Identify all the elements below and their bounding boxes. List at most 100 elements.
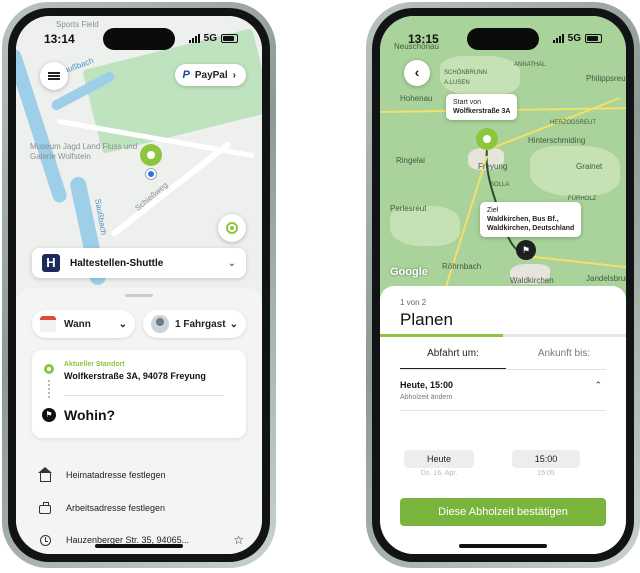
day-picker-next[interactable]: Do. 16. Apr. (404, 470, 474, 477)
status-time: 13:14 (44, 32, 75, 46)
confirm-pickup-button[interactable]: Diese Abholzeit bestätigen (400, 498, 606, 526)
signal-icon (552, 34, 564, 43)
briefcase-icon (38, 501, 52, 515)
destination-callout-line1: Waldkirchen, Bus Bf., (487, 216, 559, 223)
passenger-selector[interactable]: 1 Fahrgast ⌄ (143, 310, 246, 338)
pickup-time-heading[interactable]: Heute, 15:00 (400, 380, 453, 390)
map-label: HERZOGSREUT (550, 120, 597, 126)
map-label: SCHÖNBRUNN A.LUSEN (444, 70, 488, 86)
passenger-avatar-icon (151, 315, 169, 333)
map-label: ANNATHAL (514, 62, 546, 68)
calendar-icon (40, 316, 56, 332)
shortcut-label: Arbeitsadresse festlegen (66, 503, 166, 513)
start-callout: Start von Wolfkerstraße 3A (446, 94, 518, 120)
status-right: 5G (552, 33, 602, 44)
map-label: Hinterschmiding (528, 136, 586, 145)
passenger-label: 1 Fahrgast (175, 318, 226, 330)
route-divider (64, 395, 224, 396)
map-label: Röhrnbach (442, 262, 482, 271)
step-progress-bar (380, 334, 626, 337)
dynamic-island (103, 28, 175, 50)
menu-button[interactable] (40, 62, 68, 90)
current-location-dot (146, 169, 156, 179)
origin-address[interactable]: Wolfkerstraße 3A, 94078 Freyung (64, 371, 206, 381)
sheet-grabber[interactable] (125, 294, 153, 297)
sheet-title: Planen (400, 310, 453, 329)
start-callout-address: Wolfkerstraße 3A (453, 108, 511, 115)
map-label-museum: Museum Jagd Land Fluss und Galerie Wolfs… (30, 142, 138, 161)
map-label-top: Sports Field (56, 20, 99, 29)
section-divider (400, 410, 606, 411)
tab-divider (400, 369, 606, 370)
day-picker-selected[interactable]: Heute (404, 450, 474, 468)
map-label: Grainet (576, 162, 603, 171)
crosshair-icon (226, 222, 238, 234)
star-icon[interactable]: ☆ (233, 533, 244, 547)
planning-sheet: 1 von 2 Planen Abfahrt um: Ankunft bis: … (380, 286, 626, 554)
shortcut-label: Heimatadresse festlegen (66, 470, 166, 480)
start-map-pin[interactable] (140, 144, 162, 166)
trip-options-row: Wann ⌄ 1 Fahrgast ⌄ (32, 310, 246, 338)
home-indicator (95, 544, 183, 548)
shuttle-logo-icon: H (42, 254, 60, 272)
map-label: Hohenau (400, 94, 433, 103)
dynamic-island (467, 28, 539, 50)
map-label: SOLLA (490, 182, 510, 188)
left-phone-bezel: 13:14 5G Sports Field Saußbach Museum Ja… (8, 8, 270, 562)
left-phone-screen: 13:14 5G Sports Field Saußbach Museum Ja… (16, 16, 262, 554)
chevron-down-icon: ⌄ (227, 257, 236, 269)
time-picker-selected[interactable]: 15:00 (512, 450, 580, 468)
status-time: 13:15 (408, 32, 439, 46)
map-label: Philippsreut (586, 74, 626, 83)
map-label: Freyung (478, 162, 508, 171)
paypal-button[interactable]: P PayPal › (174, 64, 246, 86)
work-address-shortcut[interactable]: Arbeitsadresse festlegen (38, 499, 244, 517)
destination-callout-line2: Waldkirchen, Deutschland (487, 225, 575, 232)
paypal-icon: P (182, 69, 190, 81)
booking-sheet: Wann ⌄ 1 Fahrgast ⌄ Aktueller Standort W… (16, 288, 262, 554)
change-pickup-link[interactable]: Abholzeit ändern (400, 394, 453, 401)
screenshot-stage: 13:14 5G Sports Field Saußbach Museum Ja… (0, 0, 640, 573)
map-label: Ringelai (396, 156, 425, 165)
service-title: Haltestellen-Shuttle (70, 257, 164, 269)
chevron-right-icon: › (232, 69, 236, 81)
home-address-shortcut[interactable]: Heimatadresse festlegen (37, 466, 244, 484)
step-progress-fill (380, 334, 503, 337)
chevron-down-icon: ⌄ (118, 318, 127, 330)
locate-me-button[interactable] (218, 214, 246, 242)
origin-icon (44, 364, 54, 374)
destination-input[interactable]: Wohin? (64, 407, 115, 423)
status-right: 5G (188, 33, 238, 44)
start-map-pin[interactable] (476, 128, 498, 150)
battery-icon (221, 34, 238, 43)
time-picker-next[interactable]: 15:05 (512, 470, 580, 477)
network-type: 5G (567, 33, 581, 44)
when-label: Wann (64, 318, 91, 330)
destination-flag-icon[interactable]: ⚑ (516, 240, 536, 260)
home-icon (37, 466, 52, 482)
map-label: Perlesreut (390, 204, 427, 213)
signal-icon (188, 34, 200, 43)
right-phone-bezel: 13:15 5G Neuschönau Hohenau SCHÖNBRUNN A… (372, 8, 634, 562)
network-type: 5G (203, 33, 217, 44)
tab-arrival[interactable]: Ankunft bis: (514, 348, 614, 359)
chevron-down-icon: ⌄ (229, 318, 238, 330)
step-indicator: 1 von 2 (400, 298, 427, 307)
destination-callout-title: Ziel (487, 207, 499, 214)
route-card: Aktueller Standort Wolfkerstraße 3A, 940… (32, 350, 246, 438)
service-selector[interactable]: H Haltestellen-Shuttle ⌄ (32, 248, 246, 278)
map-label: Waldkirchen (510, 276, 554, 285)
clock-icon (38, 533, 52, 547)
when-selector[interactable]: Wann ⌄ (32, 310, 135, 338)
hamburger-icon (48, 72, 60, 80)
google-logo: Google (390, 266, 428, 278)
active-tab-indicator (400, 368, 506, 369)
right-phone: 13:15 5G Neuschönau Hohenau SCHÖNBRUNN A… (366, 2, 640, 568)
back-button[interactable]: ‹ (404, 60, 430, 86)
start-callout-title: Start von (453, 99, 482, 106)
left-phone: 13:14 5G Sports Field Saußbach Museum Ja… (2, 2, 276, 568)
chevron-up-icon[interactable]: ⌃ (594, 380, 602, 391)
right-phone-screen: 13:15 5G Neuschönau Hohenau SCHÖNBRUNN A… (380, 16, 626, 554)
tab-departure[interactable]: Abfahrt um: (400, 348, 506, 359)
map-label: Jandelsbrunn (586, 274, 626, 283)
